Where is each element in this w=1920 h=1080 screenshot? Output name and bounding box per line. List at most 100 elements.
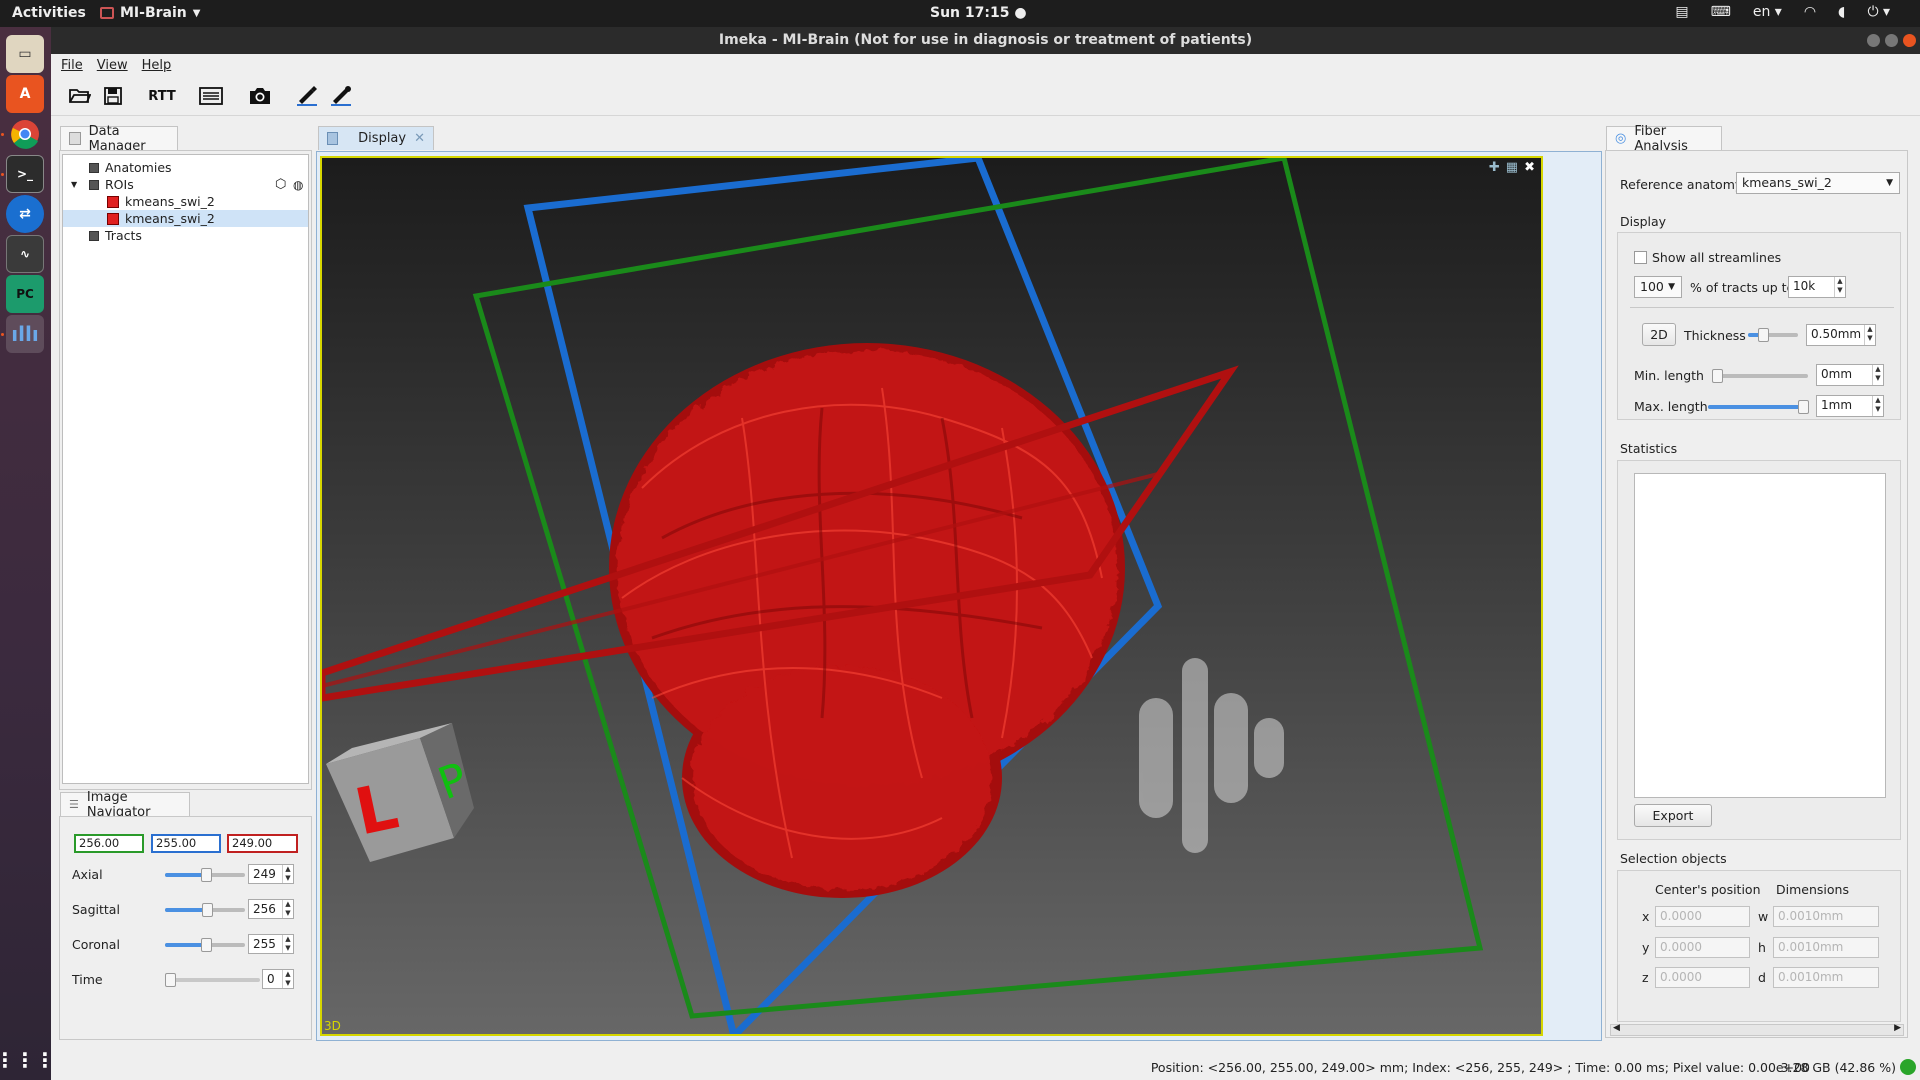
- crosshair-icon[interactable]: ✚: [1489, 160, 1500, 175]
- menu-view[interactable]: View: [97, 58, 128, 73]
- orientation-cube[interactable]: L P: [326, 723, 474, 862]
- tab-fiber-analysis[interactable]: ◎ Fiber Analysis: [1606, 124, 1722, 154]
- maximize-icon[interactable]: [1885, 34, 1898, 47]
- dim-d-input[interactable]: 0.0010mm: [1773, 967, 1879, 988]
- coronal-slider[interactable]: [165, 938, 245, 952]
- files-icon[interactable]: ▭: [6, 35, 44, 73]
- coord-x-input[interactable]: 256.00: [74, 834, 144, 853]
- volume-icon[interactable]: ◖: [1838, 4, 1845, 20]
- spin-arrows-icon[interactable]: ▲ ▼: [1864, 325, 1875, 345]
- close-tab-icon[interactable]: ✕: [414, 131, 425, 146]
- activities-button[interactable]: Activities: [12, 5, 86, 21]
- system-monitor-icon[interactable]: ∿: [6, 235, 44, 273]
- axial-spinbox[interactable]: 249 ▲ ▼: [248, 864, 294, 884]
- sagittal-slider[interactable]: [165, 903, 245, 917]
- show-apps-icon[interactable]: ⋮⋮⋮: [0, 1041, 55, 1079]
- mi-brain-icon[interactable]: ıllı: [6, 315, 44, 353]
- tree-item-roi[interactable]: kmeans_swi_2: [107, 193, 215, 210]
- pycharm-icon[interactable]: PC: [6, 275, 44, 313]
- statistics-table[interactable]: [1634, 473, 1886, 798]
- reference-anatomy-select[interactable]: kmeans_swi_2 ▼: [1736, 172, 1900, 194]
- open-folder-icon[interactable]: [67, 84, 93, 108]
- slider-handle[interactable]: [202, 903, 213, 917]
- wifi-icon[interactable]: ◠: [1804, 4, 1816, 20]
- expand-arrow-icon[interactable]: ▼: [71, 180, 83, 189]
- chrome-icon[interactable]: [6, 115, 44, 153]
- app-menu[interactable]: MI-Brain ▼: [100, 5, 200, 21]
- axial-slider[interactable]: [165, 868, 245, 882]
- slider-handle[interactable]: [201, 938, 212, 952]
- clipboard-icon[interactable]: ▤: [1675, 4, 1688, 20]
- software-center-icon[interactable]: A: [6, 75, 44, 113]
- draw-roi-icon[interactable]: [294, 84, 320, 108]
- time-spinbox[interactable]: 0 ▲ ▼: [262, 969, 294, 989]
- minimize-icon[interactable]: [1867, 34, 1880, 47]
- horizontal-scrollbar[interactable]: ◀ ▶: [1610, 1023, 1904, 1036]
- show-all-checkbox[interactable]: [1634, 251, 1647, 264]
- tab-display[interactable]: Display ✕: [318, 126, 434, 150]
- dim-h-input[interactable]: 0.0010mm: [1773, 937, 1879, 958]
- power-icon[interactable]: ⏻ ▾: [1867, 4, 1890, 20]
- language-indicator[interactable]: en ▾: [1753, 4, 1782, 20]
- spin-arrows-icon[interactable]: ▲ ▼: [1872, 365, 1883, 385]
- edit-roi-icon[interactable]: [328, 84, 354, 108]
- list-icon[interactable]: [197, 84, 225, 108]
- spin-arrows-icon[interactable]: ▲ ▼: [282, 865, 293, 883]
- teamviewer-icon[interactable]: ⇄: [6, 195, 44, 233]
- spin-arrows-icon[interactable]: ▲ ▼: [282, 935, 293, 953]
- layout-grid-icon[interactable]: ▦: [1506, 160, 1518, 175]
- cube-icon[interactable]: ⬡: [275, 177, 286, 192]
- slider-handle[interactable]: [1712, 369, 1723, 383]
- menu-help[interactable]: Help: [142, 58, 172, 73]
- max-length-slider[interactable]: [1708, 400, 1809, 414]
- brain-vessel-surface[interactable]: [609, 343, 1125, 898]
- 3d-scene[interactable]: L P 3D: [322, 158, 1541, 1034]
- tab-data-manager[interactable]: Data Manager: [60, 124, 178, 154]
- center-y-input[interactable]: 0.0000: [1655, 937, 1750, 958]
- coord-z-input[interactable]: 249.00: [227, 834, 298, 853]
- scroll-left-icon[interactable]: ◀: [1613, 1023, 1620, 1033]
- spin-arrows-icon[interactable]: ▲ ▼: [1872, 396, 1883, 416]
- slider-handle[interactable]: [1798, 400, 1809, 414]
- percent-select[interactable]: 100 ▼: [1634, 276, 1682, 298]
- tree-item-rois[interactable]: ▼ ROIs ⬡ ◍: [71, 176, 306, 193]
- tracts-limit-spinbox[interactable]: 10k ▲ ▼: [1788, 276, 1846, 298]
- export-button[interactable]: Export: [1634, 804, 1712, 827]
- menu-file[interactable]: File: [61, 58, 83, 73]
- tree-item-anatomies[interactable]: Anatomies: [89, 159, 172, 176]
- min-length-slider[interactable]: [1712, 369, 1808, 383]
- tree-item-tracts[interactable]: Tracts: [89, 227, 142, 244]
- coronal-spinbox[interactable]: 255 ▲ ▼: [248, 934, 294, 954]
- coord-y-input[interactable]: 255.00: [151, 834, 221, 853]
- slider-handle[interactable]: [165, 973, 176, 987]
- settings-tools-icon[interactable]: ✖: [1524, 160, 1535, 175]
- center-x-input[interactable]: 0.0000: [1655, 906, 1750, 927]
- thickness-slider[interactable]: [1748, 328, 1798, 342]
- spin-arrows-icon[interactable]: ▲ ▼: [1834, 277, 1845, 297]
- sagittal-spinbox[interactable]: 256 ▲ ▼: [248, 899, 294, 919]
- min-length-spinbox[interactable]: 0mm ▲ ▼: [1816, 364, 1884, 386]
- tab-image-navigator[interactable]: ☰ Image Navigator: [60, 790, 190, 820]
- spin-arrows-icon[interactable]: ▲ ▼: [282, 970, 293, 988]
- camera-icon[interactable]: [246, 84, 274, 108]
- max-length-spinbox[interactable]: 1mm ▲ ▼: [1816, 395, 1884, 417]
- rtt-button[interactable]: RTT: [147, 84, 177, 108]
- 3d-render-view[interactable]: L P 3D ✚ ▦ ✖: [320, 156, 1543, 1036]
- slider-handle[interactable]: [201, 868, 212, 882]
- clock[interactable]: Sun 17:15 ●: [930, 5, 1027, 21]
- close-icon[interactable]: [1903, 34, 1916, 47]
- time-slider[interactable]: [165, 973, 260, 987]
- thickness-spinbox[interactable]: 0.50mm ▲ ▼: [1806, 324, 1876, 346]
- dim-w-input[interactable]: 0.0010mm: [1773, 906, 1879, 927]
- keyboard-icon[interactable]: ⌨: [1711, 4, 1731, 20]
- scroll-right-icon[interactable]: ▶: [1894, 1023, 1901, 1033]
- slider-handle[interactable]: [1758, 328, 1769, 342]
- spin-arrows-icon[interactable]: ▲ ▼: [282, 900, 293, 918]
- tree-item-roi-selected[interactable]: kmeans_swi_2: [63, 210, 308, 227]
- x-label: x: [1642, 909, 1650, 924]
- center-z-input[interactable]: 0.0000: [1655, 967, 1750, 988]
- globe-icon[interactable]: ◍: [293, 178, 303, 192]
- save-icon[interactable]: [101, 84, 125, 108]
- toggle-2d-button[interactable]: 2D: [1642, 323, 1676, 346]
- terminal-icon[interactable]: >_: [6, 155, 44, 193]
